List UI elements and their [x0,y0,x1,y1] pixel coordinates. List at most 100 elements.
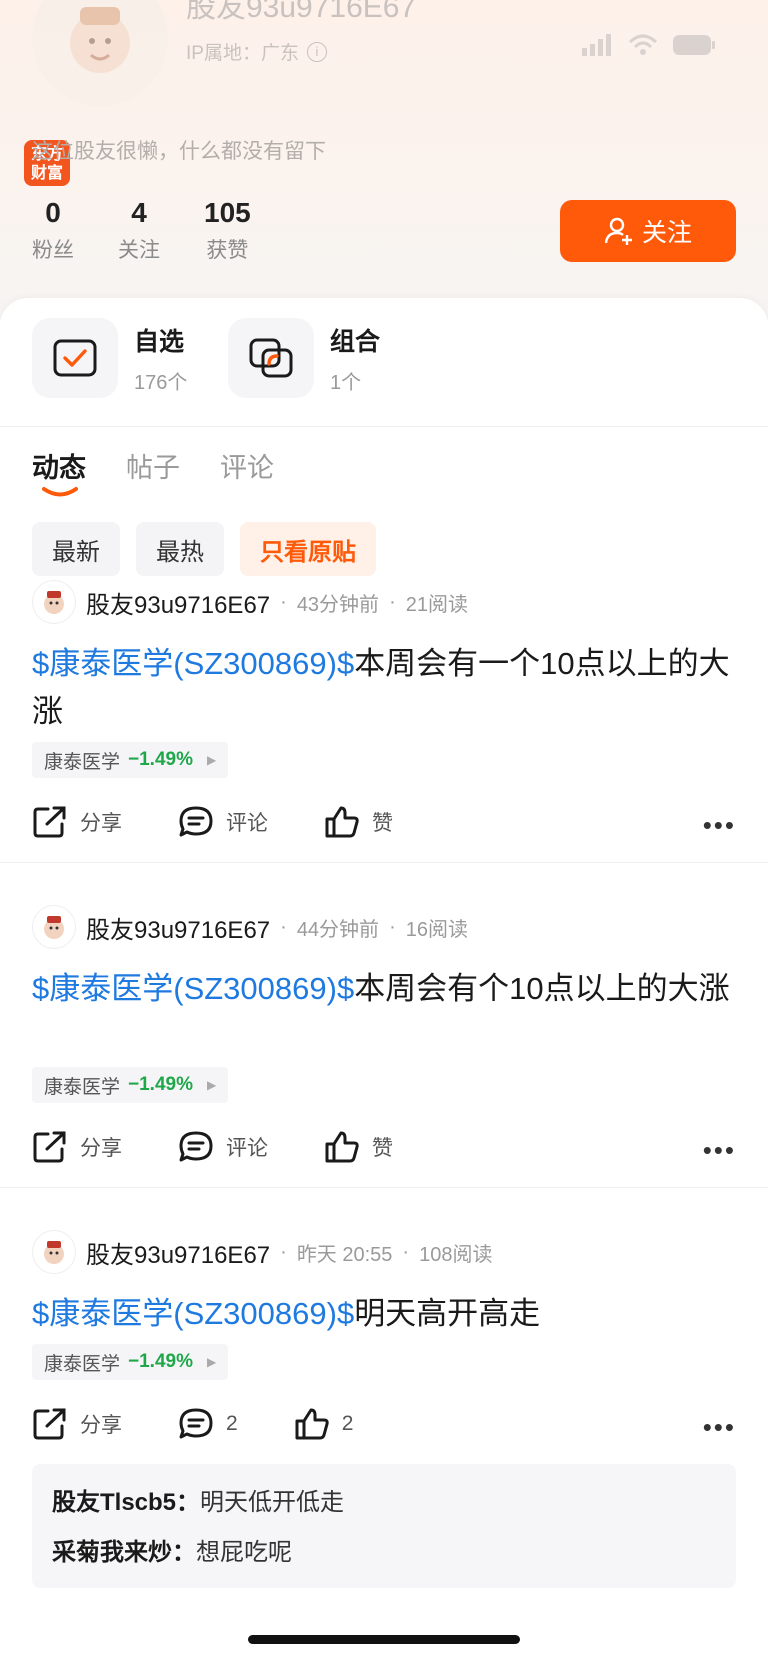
post-avatar[interactable] [32,1230,76,1274]
filter-original-only[interactable]: 只看原贴 [240,522,376,576]
post-username[interactable]: 股友93u9716E67 [86,585,270,620]
stat-value: 0 [45,197,61,228]
home-indicator[interactable] [248,1635,520,1644]
shortcut-count: 176个 [134,371,188,394]
stat-fans[interactable]: 0 粉丝 [32,196,74,264]
stock-quote-chip[interactable]: 康泰医学 −1.49% ▶ [32,1344,229,1380]
share-icon [33,1408,66,1440]
add-user-icon [604,217,632,245]
profile-header: 东方财富 股友93u9716E67 IP属地：广东 i 这位股友很懒，什么都没有… [0,0,768,320]
comment-count: 2 [226,1412,238,1435]
ip-location: IP属地：广东 i [186,38,327,65]
tab-activity[interactable]: 动态 [32,446,86,497]
post-meta-dot: · [280,915,287,938]
stat-likes[interactable]: 105 获赞 [204,196,251,264]
filter-latest[interactable]: 最新 [32,522,120,576]
share-label: 分享 [80,1137,122,1160]
post-text[interactable]: $康泰医学(SZ300869)$明天高开高走 [32,1290,732,1338]
comment-button[interactable]: 2 [178,1407,238,1441]
more-icon[interactable]: ••• [703,1412,736,1443]
stock-link[interactable]: $康泰医学(SZ300869)$ [32,1296,354,1331]
more-icon[interactable]: ••• [703,1135,736,1166]
like-button[interactable]: 赞 [324,1130,393,1164]
share-button[interactable]: 分享 [32,1130,122,1164]
comment-user[interactable]: 股友Tlscb5： [52,1489,200,1516]
post-actions: 分享 评论 赞 ••• [32,1127,736,1167]
follow-button-label: 关注 [641,219,692,247]
comment-button[interactable]: 评论 [178,805,268,839]
status-bar [582,34,716,56]
content-tabs: 动态 帖子 评论 [32,446,274,497]
ip-location-text: IP属地：广东 [186,43,299,64]
comment-button[interactable]: 评论 [178,1130,268,1164]
comment-icon [179,806,213,837]
share-label: 分享 [80,1414,122,1437]
like-label: 赞 [372,1137,393,1160]
content-card: 自选 176个 组合 1个 动态 帖子 评论 最新 最热 只看原贴 股友93u9… [0,298,768,1663]
thumbs-up-icon [295,1408,329,1440]
divider [0,1187,768,1188]
follow-button[interactable]: 关注 [560,200,736,262]
stock-quote-chip[interactable]: 康泰医学 −1.49% ▶ [32,1067,229,1103]
stock-chip-name: 康泰医学 [44,1076,121,1098]
stock-quote-chip[interactable]: 康泰医学 −1.49% ▶ [32,742,229,778]
filter-chips: 最新 最热 只看原贴 [32,522,376,576]
stat-value: 4 [131,197,147,228]
post-time: 43分钟前 [296,593,380,616]
shortcut-portfolio[interactable]: 组合 1个 [228,318,392,398]
stock-link[interactable]: $康泰医学(SZ300869)$ [32,646,354,681]
divider [0,862,768,863]
post-actions: 分享 2 2 ••• [32,1404,736,1444]
tab-posts[interactable]: 帖子 [126,446,180,485]
post-time: 44分钟前 [296,918,380,941]
share-icon [33,806,66,838]
tab-comments[interactable]: 评论 [220,446,274,485]
shortcuts: 自选 176个 组合 1个 [32,318,392,398]
filter-hottest[interactable]: 最热 [136,522,224,576]
play-arrow-icon: ▶ [207,1355,217,1369]
comment-icon [179,1408,213,1439]
stock-chip-name: 康泰医学 [44,1353,121,1375]
stat-value: 105 [204,197,251,228]
thumbs-up-icon [325,806,359,838]
stock-chip-name: 康泰医学 [44,751,121,773]
shortcut-watchlist[interactable]: 自选 176个 [32,318,196,398]
stat-following[interactable]: 4 关注 [118,196,160,264]
comment-label: 评论 [226,812,268,835]
tab-active-indicator [42,487,78,497]
comment-user[interactable]: 采菊我来炒： [52,1539,196,1566]
post-meta-dot: · [280,1240,287,1263]
comment-label: 评论 [226,1137,268,1160]
battery-icon [673,35,715,55]
comment-item: 股友Tlscb5：明天低开低走 [52,1478,716,1528]
post-body: 明天高开高走 [354,1296,541,1331]
thumbs-up-icon [325,1131,359,1163]
comment-icon [179,1131,213,1162]
post-avatar[interactable] [32,580,76,624]
like-label: 赞 [372,812,393,835]
post-avatar[interactable] [32,905,76,949]
avatar[interactable] [32,0,168,106]
comment-text: 明天低开低走 [200,1489,345,1516]
post-text[interactable]: $康泰医学(SZ300869)$本周会有一个10点以上的大涨 [32,640,732,736]
post-text[interactable]: $康泰医学(SZ300869)$本周会有个10点以上的大涨 [32,965,732,1013]
post-meta-dot: · [280,590,287,613]
signal-icon [582,34,611,56]
more-icon[interactable]: ••• [703,810,736,841]
shortcut-title: 自选 [134,327,185,356]
comment-preview[interactable]: 股友Tlscb5：明天低开低走 采菊我来炒：想屁吃呢 [32,1464,736,1588]
post-actions: 分享 评论 赞 ••• [32,802,736,842]
post-meta-dot: · [402,1240,410,1263]
like-button[interactable]: 赞 [324,805,393,839]
info-icon[interactable]: i [306,41,327,62]
stock-link[interactable]: $康泰医学(SZ300869)$ [32,971,354,1006]
shortcut-count: 1个 [330,371,362,394]
portfolio-icon [228,318,314,398]
comment-text: 想屁吃呢 [196,1539,292,1566]
profile-avatar-wrap[interactable] [32,0,172,110]
share-button[interactable]: 分享 [32,1407,122,1441]
share-button[interactable]: 分享 [32,805,122,839]
like-button[interactable]: 2 [294,1407,353,1441]
post-username[interactable]: 股友93u9716E67 [86,1235,270,1270]
post-username[interactable]: 股友93u9716E67 [86,910,270,945]
